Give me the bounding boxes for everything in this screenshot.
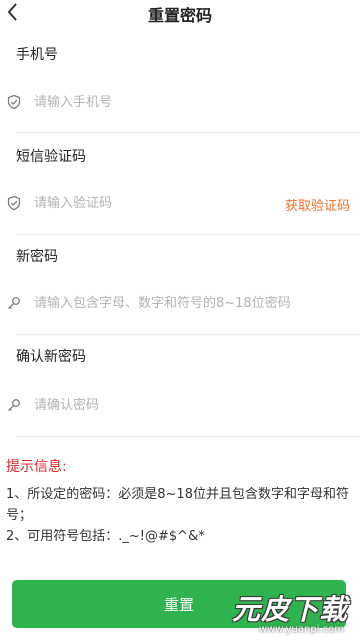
confirm-password-field bbox=[0, 388, 360, 422]
divider bbox=[16, 334, 360, 335]
reset-button[interactable]: 重置 bbox=[12, 580, 346, 628]
tip-line: 1、所设定的密码：必须是8~18位并且包含数字和字母和符号； bbox=[6, 487, 349, 523]
confirm-password-input[interactable] bbox=[34, 391, 352, 419]
sms-code-field: 获取验证码 bbox=[0, 186, 360, 220]
tips-title: 提示信息: bbox=[6, 459, 67, 475]
phone-field bbox=[0, 85, 360, 119]
sms-code-label: 短信验证码 bbox=[16, 149, 86, 165]
new-password-input[interactable] bbox=[34, 289, 352, 317]
sms-code-input[interactable] bbox=[34, 189, 264, 217]
key-icon bbox=[8, 399, 20, 412]
phone-input[interactable] bbox=[34, 88, 264, 116]
tips-text: 1、所设定的密码：必须是8~18位并且包含数字和字母和符号； 2、可用符号包括：… bbox=[6, 484, 351, 547]
header-bar: 重置密码 bbox=[0, 0, 360, 26]
tip-line: 2、可用符号包括：._~!@#$^&* bbox=[6, 529, 205, 544]
shield-icon bbox=[7, 195, 21, 211]
divider bbox=[16, 234, 360, 235]
key-icon bbox=[8, 297, 20, 310]
shield-icon bbox=[7, 94, 21, 110]
page-title: 重置密码 bbox=[147, 6, 212, 25]
phone-label: 手机号 bbox=[16, 47, 58, 63]
confirm-password-label: 确认新密码 bbox=[16, 349, 86, 365]
get-code-button[interactable]: 获取验证码 bbox=[285, 195, 350, 214]
divider bbox=[16, 436, 360, 437]
new-password-label: 新密码 bbox=[16, 249, 58, 265]
divider bbox=[16, 132, 360, 133]
new-password-field bbox=[0, 286, 360, 320]
